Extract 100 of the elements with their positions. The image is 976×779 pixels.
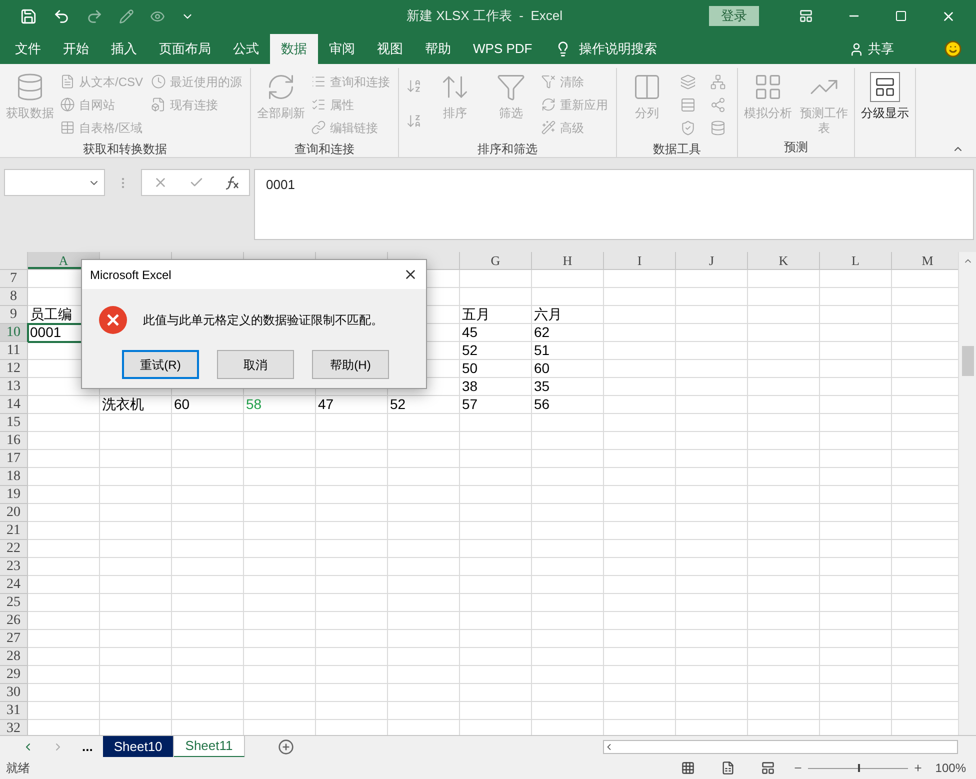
zoom-level[interactable]: 100%: [935, 759, 966, 777]
empty-cell: [388, 414, 460, 432]
empty-cell: [532, 612, 604, 630]
add-sheet-icon[interactable]: [278, 738, 294, 754]
empty-cell: [604, 342, 676, 360]
dialog-button[interactable]: 重试(R): [122, 350, 199, 379]
dialog-button[interactable]: 取消: [217, 350, 294, 379]
table-cell: 60: [532, 360, 604, 378]
row-header[interactable]: 9: [0, 306, 28, 324]
empty-cell: [316, 414, 388, 432]
empty-cell: [532, 576, 604, 594]
empty-cell: [460, 684, 532, 702]
vertical-scrollbar[interactable]: [958, 252, 976, 735]
ribbon-tab[interactable]: 公式: [222, 34, 270, 64]
row-header[interactable]: 12: [0, 360, 28, 378]
row-header[interactable]: 8: [0, 288, 28, 306]
row-header[interactable]: 27: [0, 630, 28, 648]
column-header[interactable]: K: [748, 252, 820, 269]
sheet-tab[interactable]: Sheet10: [102, 736, 174, 758]
row-header[interactable]: 11: [0, 342, 28, 360]
row-header[interactable]: 26: [0, 612, 28, 630]
maximize-icon[interactable]: [895, 10, 907, 22]
row-header[interactable]: 14: [0, 396, 28, 414]
scroll-thumb[interactable]: [962, 346, 974, 376]
column-header[interactable]: G: [460, 252, 532, 269]
ribbon-tab[interactable]: 视图: [366, 34, 414, 64]
row-header[interactable]: 24: [0, 576, 28, 594]
row-header[interactable]: 31: [0, 702, 28, 720]
undo-icon[interactable]: [53, 8, 70, 24]
zoom-slider[interactable]: [808, 763, 908, 773]
column-header[interactable]: H: [532, 252, 604, 269]
row-header[interactable]: 30: [0, 684, 28, 702]
empty-cell: [820, 594, 892, 612]
share-button[interactable]: 共享: [868, 39, 894, 59]
page-layout-icon[interactable]: [721, 761, 736, 775]
row-header[interactable]: 21: [0, 522, 28, 540]
tell-me-search[interactable]: 操作说明搜索: [579, 39, 658, 59]
slider-thumb[interactable]: [858, 764, 860, 772]
column-header[interactable]: J: [676, 252, 748, 269]
row-header[interactable]: 22: [0, 540, 28, 558]
row-header[interactable]: 25: [0, 594, 28, 612]
ribbon-tab[interactable]: 开始: [52, 34, 100, 64]
row-header[interactable]: 18: [0, 468, 28, 486]
ribbon-tab[interactable]: WPS PDF: [462, 34, 544, 64]
ribbon-tab[interactable]: 页面布局: [148, 34, 222, 64]
empty-cell: [460, 414, 532, 432]
smiley-icon[interactable]: [944, 40, 962, 58]
save-icon[interactable]: [20, 8, 37, 24]
empty-cell: [604, 468, 676, 486]
row-header[interactable]: 17: [0, 450, 28, 468]
horizontal-scrollbar[interactable]: [603, 740, 958, 754]
empty-cell: [748, 648, 820, 666]
close-icon[interactable]: [403, 267, 418, 282]
empty-cell: [604, 432, 676, 450]
empty-cell: [100, 612, 172, 630]
empty-cell: [748, 522, 820, 540]
row-header[interactable]: 7: [0, 270, 28, 288]
more-sheets[interactable]: ...: [82, 736, 93, 756]
table-icon: [60, 120, 75, 135]
page-break-icon[interactable]: [761, 761, 776, 775]
row-header[interactable]: 16: [0, 432, 28, 450]
ribbon-button[interactable]: 分级显示: [859, 68, 912, 137]
empty-cell: [604, 558, 676, 576]
sheet-tab[interactable]: Sheet11: [174, 736, 245, 758]
ribbon-tab[interactable]: 审阅: [318, 34, 366, 64]
row-header[interactable]: 28: [0, 648, 28, 666]
function-icon[interactable]: [224, 176, 238, 190]
relationships-icon: [710, 74, 726, 90]
column-header[interactable]: I: [604, 252, 676, 269]
ribbon-display-icon[interactable]: [799, 9, 813, 23]
row-header[interactable]: 23: [0, 558, 28, 576]
empty-cell: [748, 540, 820, 558]
empty-cell: [244, 522, 316, 540]
row-header[interactable]: 32: [0, 720, 28, 735]
formula-bar[interactable]: 0001: [254, 169, 974, 240]
login-button[interactable]: 登录: [709, 6, 759, 26]
normal-view-icon[interactable]: [681, 761, 696, 775]
column-header[interactable]: L: [820, 252, 892, 269]
zoom-in-icon[interactable]: [913, 763, 924, 773]
row-header[interactable]: 13: [0, 378, 28, 396]
table-cell: 洗衣机: [100, 396, 172, 414]
ribbon-tab[interactable]: 帮助: [414, 34, 462, 64]
row-header[interactable]: 20: [0, 504, 28, 522]
row-header[interactable]: 10: [0, 324, 28, 342]
row-header[interactable]: 19: [0, 486, 28, 504]
empty-cell: [604, 414, 676, 432]
empty-cell: [100, 432, 172, 450]
ribbon-tab[interactable]: 文件: [4, 34, 52, 64]
ribbon-tab[interactable]: 数据: [270, 34, 318, 64]
empty-cell: [748, 432, 820, 450]
empty-cell: [388, 450, 460, 468]
dialog-button[interactable]: 帮助(H): [312, 350, 389, 379]
ribbon-tab[interactable]: 插入: [100, 34, 148, 64]
empty-cell: [676, 288, 748, 306]
empty-cell: [604, 684, 676, 702]
row-header[interactable]: 29: [0, 666, 28, 684]
row-header[interactable]: 15: [0, 414, 28, 432]
empty-cell: [676, 684, 748, 702]
empty-cell: [820, 306, 892, 324]
empty-cell: [676, 666, 748, 684]
